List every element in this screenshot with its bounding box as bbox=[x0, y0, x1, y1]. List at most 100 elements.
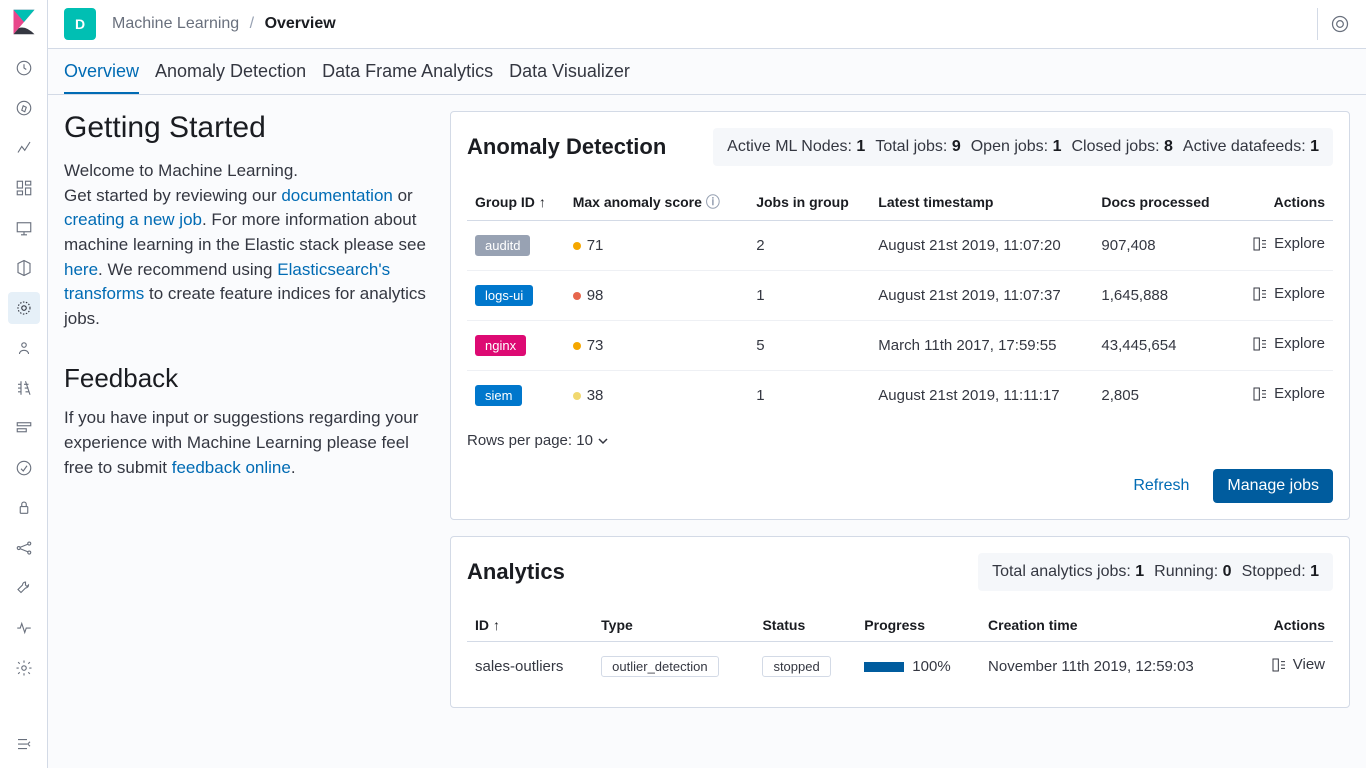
tab-data-visualizer[interactable]: Data Visualizer bbox=[509, 49, 630, 94]
sidebar-graph-icon[interactable] bbox=[8, 532, 40, 564]
rows-per-page[interactable]: Rows per page: 10 bbox=[467, 432, 609, 449]
score-dot bbox=[573, 242, 581, 250]
explore-button[interactable]: Explore bbox=[1252, 335, 1325, 352]
score-value: 73 bbox=[587, 337, 604, 354]
sidebar-devtools-icon[interactable] bbox=[8, 572, 40, 604]
tabs: Overview Anomaly Detection Data Frame An… bbox=[48, 49, 1366, 95]
sidebar-uptime-icon[interactable] bbox=[8, 452, 40, 484]
view-button[interactable]: View bbox=[1271, 656, 1325, 673]
explore-button[interactable]: Explore bbox=[1252, 285, 1325, 302]
jobs-count: 5 bbox=[748, 321, 870, 371]
info-icon[interactable]: ⓘ bbox=[706, 194, 720, 210]
refresh-button[interactable]: Refresh bbox=[1121, 469, 1201, 503]
sidebar-infrastructure-icon[interactable] bbox=[8, 332, 40, 364]
sidebar-apm-icon[interactable] bbox=[8, 412, 40, 444]
col-max-score[interactable]: Max anomaly scoreⓘ bbox=[565, 182, 749, 221]
table-row: siem381August 21st 2019, 11:11:172,805Ex… bbox=[467, 371, 1333, 421]
score-dot bbox=[573, 342, 581, 350]
score-value: 98 bbox=[587, 287, 604, 304]
topbar: D Machine Learning / Overview bbox=[48, 0, 1366, 49]
docs-processed: 907,408 bbox=[1093, 221, 1233, 271]
sidebar-recent-icon[interactable] bbox=[8, 52, 40, 84]
analytics-panel-title: Analytics bbox=[467, 559, 565, 585]
breadcrumb-parent[interactable]: Machine Learning bbox=[112, 15, 239, 32]
col-actions: Actions bbox=[1233, 182, 1333, 221]
jobs-count: 2 bbox=[748, 221, 870, 271]
group-badge: nginx bbox=[475, 335, 526, 356]
jobs-count: 1 bbox=[748, 271, 870, 321]
docs-processed: 1,645,888 bbox=[1093, 271, 1233, 321]
sidebar-visualize-icon[interactable] bbox=[8, 132, 40, 164]
breadcrumb-current: Overview bbox=[265, 15, 336, 32]
analytics-panel: Analytics Total analytics jobs: 1 Runnin… bbox=[450, 536, 1350, 708]
breadcrumb-separator: / bbox=[250, 15, 254, 32]
anomaly-detection-panel: Anomaly Detection Active ML Nodes: 1 Tot… bbox=[450, 111, 1350, 520]
col-docs[interactable]: Docs processed bbox=[1093, 182, 1233, 221]
explore-button[interactable]: Explore bbox=[1252, 235, 1325, 252]
documentation-link[interactable]: documentation bbox=[281, 186, 393, 205]
sidebar-siem-icon[interactable] bbox=[8, 492, 40, 524]
tab-overview[interactable]: Overview bbox=[64, 49, 139, 94]
latest-timestamp: August 21st 2019, 11:07:20 bbox=[870, 221, 1093, 271]
feedback-text: If you have input or suggestions regardi… bbox=[64, 406, 434, 480]
col-latest[interactable]: Latest timestamp bbox=[870, 182, 1093, 221]
space-selector[interactable]: D bbox=[64, 8, 96, 40]
group-badge: logs-ui bbox=[475, 285, 533, 306]
main: D Machine Learning / Overview Overview A… bbox=[48, 0, 1366, 768]
anomaly-table: Group ID↑ Max anomaly scoreⓘ Jobs in gro… bbox=[467, 182, 1333, 420]
acol-actions: Actions bbox=[1248, 607, 1333, 642]
create-job-link[interactable]: creating a new job bbox=[64, 210, 202, 229]
sidebar-logs-icon[interactable] bbox=[8, 372, 40, 404]
acol-status[interactable]: Status bbox=[754, 607, 856, 642]
newsfeed-icon[interactable] bbox=[1330, 14, 1350, 34]
sidebar-management-icon[interactable] bbox=[8, 652, 40, 684]
acol-progress[interactable]: Progress bbox=[856, 607, 980, 642]
latest-timestamp: August 21st 2019, 11:11:17 bbox=[870, 371, 1093, 421]
latest-timestamp: March 11th 2017, 17:59:55 bbox=[870, 321, 1093, 371]
analytics-table: ID↑ Type Status Progress Creation time A… bbox=[467, 607, 1333, 691]
acol-created[interactable]: Creation time bbox=[980, 607, 1248, 642]
sort-asc-icon: ↑ bbox=[539, 194, 546, 210]
sidebar bbox=[0, 0, 48, 768]
progress: 100% bbox=[864, 658, 972, 675]
score-dot bbox=[573, 292, 581, 300]
explore-button[interactable]: Explore bbox=[1252, 385, 1325, 402]
topbar-divider bbox=[1317, 8, 1318, 40]
sidebar-maps-icon[interactable] bbox=[8, 252, 40, 284]
sidebar-monitoring-icon[interactable] bbox=[8, 612, 40, 644]
chevron-down-icon bbox=[597, 435, 609, 447]
sidebar-dashboard-icon[interactable] bbox=[8, 172, 40, 204]
breadcrumb: Machine Learning / Overview bbox=[112, 15, 336, 33]
sidebar-discover-icon[interactable] bbox=[8, 92, 40, 124]
sidebar-collapse-icon[interactable] bbox=[8, 728, 40, 760]
jobs-count: 1 bbox=[748, 371, 870, 421]
getting-started-text: Welcome to Machine Learning. Get started… bbox=[64, 159, 434, 331]
sidebar-ml-icon[interactable] bbox=[8, 292, 40, 324]
acol-type[interactable]: Type bbox=[593, 607, 754, 642]
score-dot bbox=[573, 392, 581, 400]
tab-anomaly-detection[interactable]: Anomaly Detection bbox=[155, 49, 306, 94]
tab-data-frame-analytics[interactable]: Data Frame Analytics bbox=[322, 49, 493, 94]
kibana-logo[interactable] bbox=[10, 8, 38, 36]
here-link[interactable]: here bbox=[64, 260, 98, 279]
table-row: auditd712August 21st 2019, 11:07:20907,4… bbox=[467, 221, 1333, 271]
col-group-id[interactable]: Group ID↑ bbox=[467, 182, 565, 221]
col-jobs[interactable]: Jobs in group bbox=[748, 182, 870, 221]
acol-id[interactable]: ID↑ bbox=[467, 607, 593, 642]
creation-time: November 11th 2019, 12:59:03 bbox=[980, 642, 1248, 692]
content: Getting Started Welcome to Machine Learn… bbox=[48, 95, 1366, 768]
type-pill: outlier_detection bbox=[601, 656, 718, 677]
manage-jobs-button[interactable]: Manage jobs bbox=[1213, 469, 1333, 503]
sidebar-canvas-icon[interactable] bbox=[8, 212, 40, 244]
latest-timestamp: August 21st 2019, 11:07:37 bbox=[870, 271, 1093, 321]
getting-started-heading: Getting Started bbox=[64, 111, 434, 145]
status-pill: stopped bbox=[762, 656, 830, 677]
score-value: 71 bbox=[587, 237, 604, 254]
table-row: nginx 73 5March 11th 2017, 17:59:5543,445,… bbox=[467, 321, 1333, 371]
left-column: Getting Started Welcome to Machine Learn… bbox=[64, 111, 434, 752]
feedback-link[interactable]: feedback online bbox=[172, 458, 291, 477]
docs-processed: 43,445,654 bbox=[1093, 321, 1233, 371]
score-value: 38 bbox=[587, 387, 604, 404]
analytics-stats: Total analytics jobs: 1 Running: 0 Stopp… bbox=[978, 553, 1333, 591]
group-badge: siem bbox=[475, 385, 522, 406]
